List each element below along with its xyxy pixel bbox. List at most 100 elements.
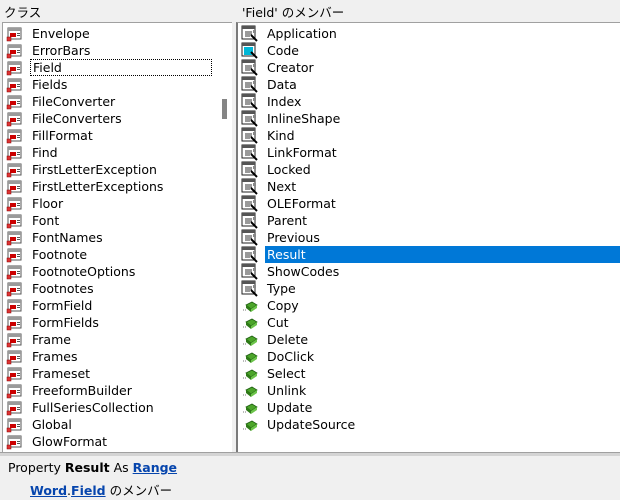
property-icon xyxy=(241,25,259,42)
member-item-label: Previous xyxy=(267,230,320,245)
member-item-label: Update xyxy=(267,400,313,415)
class-item-label: Floor xyxy=(32,196,64,211)
classes-pane-header: クラス xyxy=(0,4,232,22)
member-item[interactable]: OLEFormat xyxy=(238,195,620,212)
member-item[interactable]: Type xyxy=(238,280,620,297)
details-kind: Property xyxy=(8,460,61,475)
class-item[interactable]: FillFormat xyxy=(3,127,215,144)
class-item[interactable]: FileConverter xyxy=(3,93,215,110)
class-item[interactable]: FirstLetterExceptions xyxy=(3,178,215,195)
class-item[interactable]: GlowFormat xyxy=(3,433,215,450)
details-signature: Property Result As Range xyxy=(8,460,177,475)
details-class-link[interactable]: Field xyxy=(71,483,106,498)
details-library-link[interactable]: Word xyxy=(30,483,67,498)
class-item[interactable]: ErrorBars xyxy=(3,42,215,59)
class-icon xyxy=(6,229,24,246)
property-icon xyxy=(241,127,259,144)
class-icon xyxy=(6,416,24,433)
class-item[interactable]: Field xyxy=(3,59,215,76)
member-item[interactable]: Data xyxy=(238,76,620,93)
details-member-name: Result xyxy=(64,460,110,475)
member-item[interactable]: UpdateSource xyxy=(238,416,620,433)
member-item-label: Parent xyxy=(267,213,308,228)
member-item-label: Application xyxy=(267,26,337,41)
member-item[interactable]: Delete xyxy=(238,331,620,348)
class-item-label: FirstLetterException xyxy=(32,162,157,177)
member-item[interactable]: Index xyxy=(238,93,620,110)
class-item[interactable]: FirstLetterException xyxy=(3,161,215,178)
members-list[interactable]: Application Code Creator Data Index InlineSha… xyxy=(236,22,620,452)
class-icon xyxy=(6,212,24,229)
class-icon xyxy=(6,382,24,399)
class-item-label: FontNames xyxy=(32,230,103,245)
class-item[interactable]: Frameset xyxy=(3,365,215,382)
member-item[interactable]: Creator xyxy=(238,59,620,76)
classes-list[interactable]: GlowFormat Global FullSeriesCollection Free… xyxy=(2,22,232,452)
member-item[interactable]: Next xyxy=(238,178,620,195)
class-item[interactable]: FullSeriesCollection xyxy=(3,399,215,416)
class-icon xyxy=(6,127,24,144)
class-icon xyxy=(6,178,24,195)
class-item-label: FileConverters xyxy=(32,111,122,126)
member-item[interactable]: Application xyxy=(238,25,620,42)
class-item-label: Frames xyxy=(32,349,78,364)
class-item[interactable]: Font xyxy=(3,212,215,229)
property-icon xyxy=(241,280,259,297)
member-item[interactable]: ShowCodes xyxy=(238,263,620,280)
class-item[interactable]: FootnoteOptions xyxy=(3,263,215,280)
class-item-label: Frame xyxy=(32,332,71,347)
method-icon xyxy=(241,365,259,382)
class-item[interactable]: FormFields xyxy=(3,314,215,331)
member-item[interactable]: InlineShape xyxy=(238,110,620,127)
class-icon xyxy=(6,161,24,178)
class-item[interactable]: FormField xyxy=(3,297,215,314)
member-item[interactable]: Select xyxy=(238,365,620,382)
class-item[interactable]: Floor xyxy=(3,195,215,212)
member-item[interactable]: LinkFormat xyxy=(238,144,620,161)
details-type-link[interactable]: Range xyxy=(133,460,177,475)
class-icon xyxy=(6,348,24,365)
member-item-label: Creator xyxy=(267,60,314,75)
method-icon xyxy=(241,331,259,348)
class-item[interactable]: FileConverters xyxy=(3,110,215,127)
member-item[interactable]: Kind xyxy=(238,127,620,144)
member-item[interactable]: Unlink xyxy=(238,382,620,399)
default-property-icon xyxy=(241,42,259,59)
class-item-label: ErrorBars xyxy=(32,43,91,58)
member-item[interactable]: Result xyxy=(238,246,620,263)
member-item[interactable]: Parent xyxy=(238,212,620,229)
class-item[interactable]: Frame xyxy=(3,331,215,348)
class-icon xyxy=(6,144,24,161)
class-icon xyxy=(6,314,24,331)
class-item[interactable]: Find xyxy=(3,144,215,161)
member-item[interactable]: DoClick xyxy=(238,348,620,365)
class-item-label: Footnotes xyxy=(32,281,94,296)
classes-scroll-thumb[interactable] xyxy=(222,99,227,119)
member-item-label: LinkFormat xyxy=(267,145,337,160)
class-item[interactable]: Fields xyxy=(3,76,215,93)
class-item[interactable]: Global xyxy=(3,416,215,433)
class-item[interactable]: Footnote xyxy=(3,246,215,263)
member-item-label: Next xyxy=(267,179,297,194)
member-item-label: ShowCodes xyxy=(267,264,340,279)
member-item-label: Cut xyxy=(267,315,289,330)
property-icon xyxy=(241,110,259,127)
class-item-label: Envelope xyxy=(32,26,90,41)
class-icon xyxy=(6,110,24,127)
class-item[interactable]: Footnotes xyxy=(3,280,215,297)
class-item-label: FirstLetterExceptions xyxy=(32,179,164,194)
member-item[interactable]: Locked xyxy=(238,161,620,178)
member-item[interactable]: Cut xyxy=(238,314,620,331)
member-item[interactable]: Previous xyxy=(238,229,620,246)
class-item[interactable]: Envelope xyxy=(3,25,215,42)
member-item[interactable]: Copy xyxy=(238,297,620,314)
property-icon xyxy=(241,76,259,93)
class-item[interactable]: Frames xyxy=(3,348,215,365)
classes-scrollbar[interactable] xyxy=(216,23,232,452)
class-item[interactable]: FontNames xyxy=(3,229,215,246)
member-item[interactable]: Code xyxy=(238,42,620,59)
method-icon xyxy=(241,348,259,365)
class-item[interactable]: FreeformBuilder xyxy=(3,382,215,399)
member-item[interactable]: Update xyxy=(238,399,620,416)
method-icon xyxy=(241,297,259,314)
